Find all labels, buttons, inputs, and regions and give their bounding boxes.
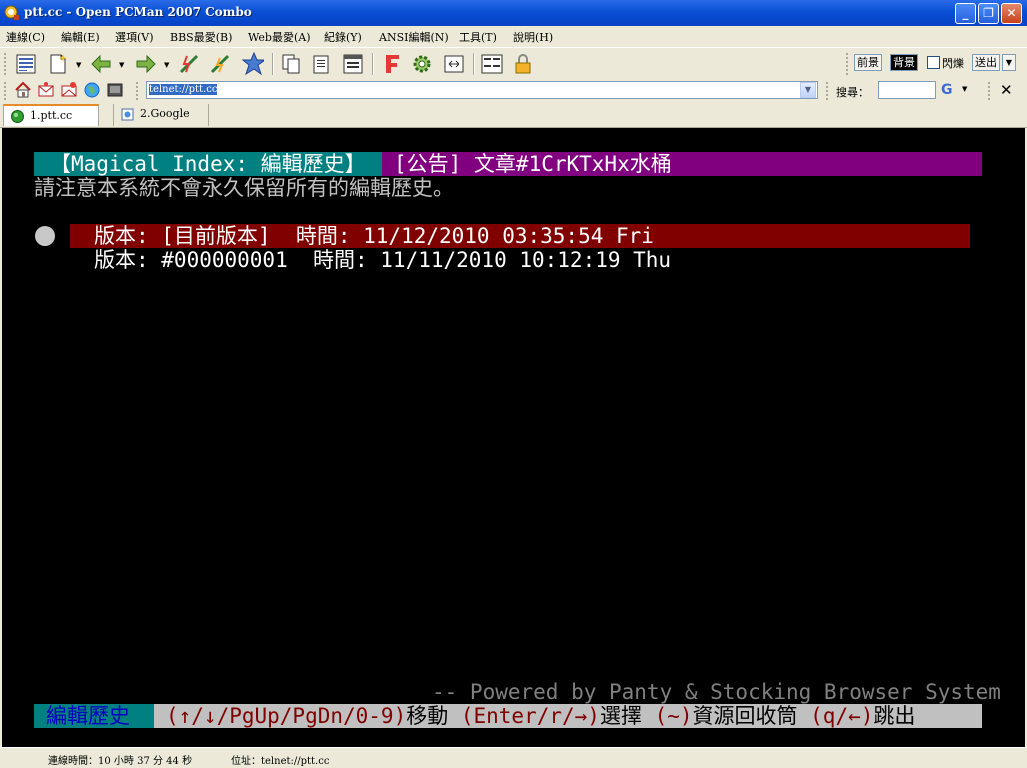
- key-hint-desc: 移動: [406, 704, 449, 728]
- toolbar-grip[interactable]: [4, 82, 9, 100]
- tab-label: 1.ptt.cc: [30, 109, 73, 122]
- footer-title: 編輯歷史: [34, 704, 154, 728]
- version-row[interactable]: 版本: #000000001 時間: 11/11/2010 10:12:19 T…: [94, 248, 671, 272]
- send-dropdown-icon[interactable]: ▼: [1002, 54, 1016, 71]
- connected-status-icon: [11, 110, 24, 123]
- mail-icon[interactable]: [37, 81, 55, 99]
- toolbar-grip[interactable]: [846, 53, 851, 75]
- chevron-down-icon[interactable]: ▼: [76, 61, 81, 69]
- ansi-code-icon[interactable]: [480, 52, 504, 76]
- key-hint: (↑/↓/PgUp/PgDn/0-9): [166, 704, 407, 728]
- chevron-down-icon[interactable]: ▼: [119, 61, 124, 69]
- address-input[interactable]: telnet://ptt.cc: [146, 81, 818, 99]
- address-dropdown-icon[interactable]: ▼: [800, 82, 816, 98]
- disconnect-icon[interactable]: [177, 52, 201, 76]
- blink-checkbox[interactable]: [927, 56, 940, 69]
- blink-label: 閃爍: [942, 57, 964, 70]
- toolbar-separator: [272, 53, 274, 75]
- add-favorite-icon[interactable]: [240, 52, 264, 76]
- background-color-button[interactable]: 背景: [890, 54, 918, 71]
- bbs-terminal[interactable]: 【Magical Index: 編輯歷史】 [公告] 文章#1CrKTxHx水桶…: [0, 128, 1027, 747]
- menu-bar: 連線(C) 編輯(E) 選項(V) BBS最愛(B) Web最愛(A) 紀錄(Y…: [0, 26, 1027, 46]
- toolbar-separator: [372, 53, 374, 75]
- minimize-button[interactable]: _: [955, 3, 976, 24]
- reconnect-icon[interactable]: [208, 52, 232, 76]
- menu-options[interactable]: 選項(V): [115, 29, 154, 45]
- paste-icon[interactable]: [310, 52, 334, 76]
- address-bar: telnet://ptt.cc ▼ 搜尋： G ▼ ✕: [0, 80, 1027, 102]
- terminal-icon[interactable]: [106, 81, 124, 99]
- globe-icon[interactable]: [83, 81, 101, 99]
- copy-with-color-icon[interactable]: [341, 52, 365, 76]
- connection-time: 連線時間：10 小時 37 分 44 秒: [48, 756, 193, 767]
- lock-icon[interactable]: [511, 52, 535, 76]
- menu-help[interactable]: 說明(H): [513, 29, 553, 45]
- title-bar: ptt.cc - Open PCMan 2007 Combo _ ❐ ✕: [0, 0, 1027, 26]
- window-title: ptt.cc - Open PCMan 2007 Combo: [24, 5, 252, 19]
- menu-bbs-favorites[interactable]: BBS最愛(B): [170, 29, 232, 45]
- announcement-header: [公告] 文章#1CrKTxHx水桶: [382, 152, 982, 176]
- powered-by-text: -- Powered by Panty & Stocking Browser S…: [432, 680, 1001, 704]
- key-hint-desc: 選擇: [599, 704, 642, 728]
- key-hint-desc: 資源回收筒: [692, 704, 798, 728]
- status-bar: 連線時間：10 小時 37 分 44 秒 位址：telnet://ptt.cc: [0, 747, 1027, 768]
- status-address: 位址：telnet://ptt.cc: [231, 756, 330, 767]
- cursor-bullet-icon: [35, 226, 55, 246]
- back-icon[interactable]: [89, 52, 113, 76]
- version-row-current[interactable]: 版本: [目前版本] 時間: 11/12/2010 03:35:54 Fri: [70, 224, 970, 248]
- forward-icon[interactable]: [134, 52, 158, 76]
- close-window-button[interactable]: ✕: [1001, 3, 1022, 24]
- fullscreen-icon[interactable]: [442, 52, 466, 76]
- send-button[interactable]: 送出: [972, 54, 1000, 71]
- menu-connection[interactable]: 連線(C): [6, 29, 45, 45]
- address-value[interactable]: telnet://ptt.cc: [149, 84, 218, 95]
- menu-web-favorites[interactable]: Web最愛(A): [248, 29, 311, 45]
- web-page-icon: [121, 108, 134, 121]
- restore-button[interactable]: ❐: [978, 3, 999, 24]
- key-hint: (~): [641, 704, 693, 728]
- pcman-app-icon: [4, 5, 19, 20]
- close-search-bar-icon[interactable]: ✕: [1000, 81, 1013, 99]
- menu-tools[interactable]: 工具(T): [459, 29, 497, 45]
- home-icon[interactable]: [14, 81, 32, 99]
- search-label: 搜尋：: [836, 86, 869, 99]
- new-connection-icon[interactable]: [46, 52, 70, 76]
- google-search-icon[interactable]: G: [941, 82, 957, 98]
- menu-history[interactable]: 紀錄(Y): [324, 29, 362, 45]
- toolbar-grip[interactable]: [826, 82, 831, 100]
- tab-bar: 1.ptt.cc 2.Google: [0, 102, 1027, 128]
- search-input[interactable]: [878, 81, 936, 99]
- toolbar-grip[interactable]: [988, 82, 993, 100]
- chevron-down-icon[interactable]: ▼: [962, 85, 967, 93]
- toolbar: ▼ ▼ ▼ 前景 背景 閃爍 送出 ▼: [0, 47, 1027, 81]
- settings-icon[interactable]: [410, 52, 434, 76]
- key-hint: (Enter/r/→): [448, 704, 600, 728]
- board-mail-icon[interactable]: [60, 81, 78, 99]
- tab-ptt[interactable]: 1.ptt.cc: [3, 104, 99, 126]
- board-header: 【Magical Index: 編輯歷史】: [34, 152, 382, 176]
- font-icon[interactable]: [380, 52, 404, 76]
- foreground-color-button[interactable]: 前景: [854, 54, 882, 71]
- chevron-down-icon[interactable]: ▼: [164, 61, 169, 69]
- menu-edit[interactable]: 編輯(E): [61, 29, 100, 45]
- toolbar-separator: [473, 53, 475, 75]
- toolbar-grip[interactable]: [4, 53, 9, 75]
- history-notice: 請注意本系統不會永久保留所有的編輯歷史。: [34, 176, 454, 200]
- tab-google[interactable]: 2.Google: [113, 104, 209, 126]
- tab-label: 2.Google: [140, 107, 190, 120]
- key-hint: (q/←): [797, 704, 874, 728]
- key-hint-desc: 跳出: [873, 704, 916, 728]
- copy-icon[interactable]: [279, 52, 303, 76]
- footer-key-help: (↑/↓/PgUp/PgDn/0-9)移動 (Enter/r/→)選擇 (~)資…: [154, 704, 982, 728]
- menu-ansi-edit[interactable]: ANSI編輯(N): [379, 29, 449, 45]
- toolbar-grip[interactable]: [136, 82, 141, 100]
- site-list-icon[interactable]: [14, 52, 38, 76]
